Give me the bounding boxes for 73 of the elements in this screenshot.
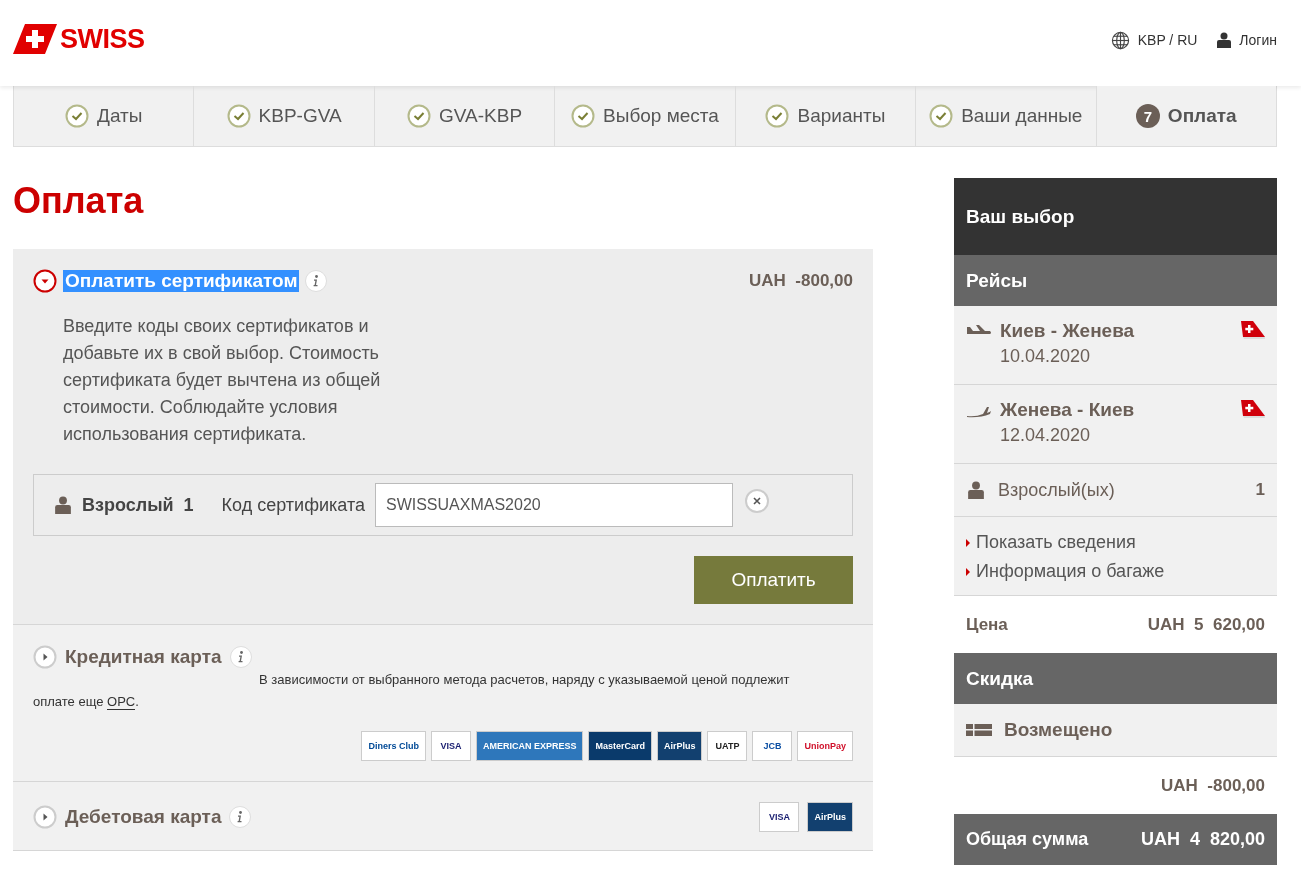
flight-date: 12.04.2020	[1000, 425, 1092, 446]
user-icon	[968, 481, 984, 499]
step-tab[interactable]: GVA-KBP	[374, 86, 556, 146]
card-logo: JCB	[752, 731, 793, 761]
step-label: Варианты	[797, 105, 886, 127]
step-tab[interactable]: Выбор места	[555, 86, 736, 146]
tail-fin-icon	[1239, 321, 1265, 339]
clear-icon[interactable]	[744, 489, 769, 513]
step-tab[interactable]: Ваши данные	[916, 86, 1097, 146]
expand-icon[interactable]	[33, 645, 57, 669]
step-label: Даты	[97, 105, 143, 127]
info-icon[interactable]	[229, 646, 252, 668]
discount-label: Возмещено	[1004, 719, 1113, 741]
total-value: UAH 4 820,00	[1140, 829, 1265, 850]
login-link[interactable]: Логин	[1239, 32, 1277, 48]
step-tab[interactable]: KBP-GVA	[194, 86, 375, 146]
logo-icon	[13, 24, 57, 54]
step-label: GVA-KBP	[439, 105, 523, 127]
step-tab[interactable]: Даты	[14, 86, 195, 146]
price-value: UAH 5 620,00	[1147, 614, 1265, 635]
passenger-count: 1	[183, 494, 194, 516]
certificate-amount: UAH -800,00	[749, 271, 853, 291]
user-icon	[54, 496, 72, 514]
certificate-description: Введите коды своих сертификатов и добавьте их в свой выбор. Стоимость сертификата будет вычтена из общей стоимости. Соблюдайте условия использования сертификата.	[63, 315, 382, 446]
passengers-count: 1	[1255, 480, 1265, 500]
card-logo: UATP	[707, 731, 748, 761]
step-label: Выбор места	[603, 105, 719, 127]
info-icon[interactable]	[229, 806, 252, 828]
total-label: Общая сумма	[966, 829, 1089, 850]
code-input-field[interactable]: SWISSUAXMAS2020	[374, 483, 733, 527]
flight-route: Женева - Киев	[1000, 399, 1136, 421]
tail-fin-icon	[1239, 400, 1265, 418]
card-logo: VISA	[430, 731, 471, 761]
price-label: Цена	[966, 614, 1008, 635]
flight-date: 10.04.2020	[1000, 346, 1092, 367]
bullet-icon	[966, 538, 970, 547]
page-title: Оплата	[13, 181, 145, 221]
card-logo: AirPlus	[656, 731, 703, 761]
locale-link[interactable]: KBP / RU	[1137, 32, 1198, 48]
section-title[interactable]: Кредитная карта	[65, 646, 222, 668]
passengers-label: Взрослый(ых)	[998, 479, 1115, 501]
flight-route: Киев - Женева	[1000, 320, 1136, 342]
step-label: KBP-GVA	[258, 105, 342, 127]
voucher-icon	[966, 724, 992, 736]
user-icon	[1217, 32, 1232, 48]
expand-icon[interactable]	[33, 805, 57, 829]
landing-plane-icon	[966, 404, 992, 418]
details-link[interactable]: Показать сведения	[966, 532, 1265, 553]
step-label: Оплата	[1167, 105, 1237, 127]
bullet-icon	[966, 567, 970, 576]
pay-button[interactable]: Оплатить	[694, 556, 853, 604]
passenger-type: Взрослый	[82, 494, 174, 516]
discount-amount: UAH -800,00	[1161, 775, 1265, 796]
card-logo: MasterCard	[588, 731, 652, 761]
card-logo: VISA	[759, 802, 800, 832]
card-logo: UnionPay	[797, 731, 853, 761]
code-label: Код сертификата	[221, 494, 365, 516]
logo-text[interactable]: SWISS	[60, 23, 145, 55]
summary-title: Ваш выбор	[966, 205, 1075, 228]
card-logo: Diners Club	[361, 731, 426, 761]
step-number: 7	[1135, 104, 1160, 128]
globe-icon	[1110, 30, 1130, 50]
card-logo: AMERICAN EXPRESS	[475, 731, 584, 761]
collapse-icon[interactable]	[33, 269, 57, 293]
step-tab[interactable]: Варианты	[735, 86, 917, 146]
card-logo: AirPlus	[807, 802, 853, 832]
surcharge-note: В зависимости от выбранного метода расчетов, наряду с указываемой ценой подлежит оплате еще OPC.	[33, 671, 791, 712]
section-heading: Скидка	[966, 667, 1034, 690]
step-label: Ваши данные	[961, 105, 1083, 127]
section-title[interactable]: Дебетовая карта	[65, 806, 222, 828]
section-heading: Рейсы	[966, 269, 1028, 292]
details-link[interactable]: Информация о багаже	[966, 561, 1265, 582]
info-icon[interactable]	[305, 270, 328, 292]
